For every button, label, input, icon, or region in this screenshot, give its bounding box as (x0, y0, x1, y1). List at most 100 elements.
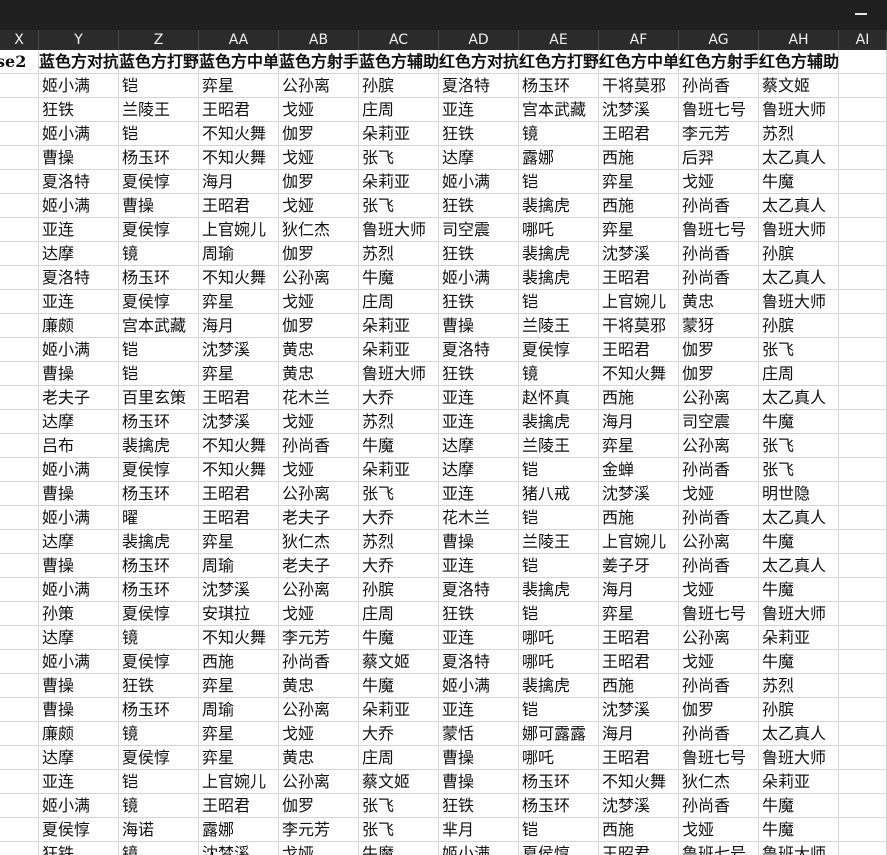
table-cell[interactable]: 戈娅 (279, 722, 359, 746)
table-cell[interactable]: 沈梦溪 (199, 338, 279, 362)
table-cell[interactable]: 牛魔 (359, 626, 439, 650)
table-cell[interactable]: 鲁班七号 (679, 746, 759, 770)
column-header-ad[interactable]: AD (439, 30, 519, 50)
table-cell[interactable]: 亚连 (439, 554, 519, 578)
table-cell[interactable] (839, 410, 887, 434)
table-cell[interactable]: 镜 (519, 362, 599, 386)
table-cell[interactable]: 孙尚香 (279, 434, 359, 458)
table-cell[interactable]: 王昭君 (199, 482, 279, 506)
table-cell[interactable]: 不知火舞 (199, 458, 279, 482)
table-cell[interactable] (839, 722, 887, 746)
table-cell[interactable]: 太乙真人 (759, 722, 839, 746)
table-cell[interactable]: 庄周 (359, 746, 439, 770)
table-cell[interactable]: 苏烈 (359, 242, 439, 266)
table-cell[interactable]: 弈星 (599, 218, 679, 242)
table-cell[interactable]: 牛魔 (359, 434, 439, 458)
table-cell[interactable] (0, 674, 39, 698)
table-cell[interactable]: 李元芳 (279, 818, 359, 842)
table-cell[interactable]: 黄忠 (279, 362, 359, 386)
table-cell[interactable]: 公孙离 (279, 482, 359, 506)
table-cell[interactable]: 狂铁 (39, 98, 119, 122)
table-cell[interactable]: 朵莉亚 (359, 170, 439, 194)
table-cell[interactable]: 裴擒虎 (519, 266, 599, 290)
table-cell[interactable]: 周瑜 (199, 698, 279, 722)
table-cell[interactable]: 鲁班七号 (679, 218, 759, 242)
table-cell[interactable]: 庄周 (359, 98, 439, 122)
table-cell[interactable]: 裴擒虎 (519, 194, 599, 218)
table-cell[interactable] (839, 386, 887, 410)
table-cell[interactable]: 蒙犽 (679, 314, 759, 338)
table-cell[interactable]: 王昭君 (199, 194, 279, 218)
column-header-af[interactable]: AF (599, 30, 679, 50)
table-cell[interactable]: 裴擒虎 (519, 242, 599, 266)
table-cell[interactable] (839, 98, 887, 122)
table-cell[interactable]: 达摩 (439, 458, 519, 482)
table-cell[interactable]: 明世隐 (759, 482, 839, 506)
table-cell[interactable]: 司空震 (439, 218, 519, 242)
table-cell[interactable]: 狂铁 (439, 290, 519, 314)
table-cell[interactable]: 达摩 (39, 530, 119, 554)
table-cell[interactable]: 夏侯惇 (119, 290, 199, 314)
table-cell[interactable]: 孙膑 (759, 698, 839, 722)
table-cell[interactable] (0, 218, 39, 242)
table-cell[interactable]: 达摩 (39, 410, 119, 434)
table-cell[interactable]: 庄周 (759, 362, 839, 386)
table-cell[interactable] (0, 194, 39, 218)
table-cell[interactable] (0, 626, 39, 650)
table-cell[interactable]: 狂铁 (439, 794, 519, 818)
table-cell[interactable]: 王昭君 (199, 98, 279, 122)
table-cell[interactable]: 镜 (119, 626, 199, 650)
table-cell[interactable]: 夏洛特 (439, 338, 519, 362)
table-cell[interactable]: 裴擒虎 (519, 674, 599, 698)
table-cell[interactable]: 苏烈 (759, 122, 839, 146)
table-cell[interactable]: 芈月 (439, 818, 519, 842)
table-cell[interactable]: 狂铁 (439, 242, 519, 266)
table-cell[interactable]: 姬小满 (39, 74, 119, 98)
table-cell[interactable] (0, 362, 39, 386)
table-cell[interactable]: 戈娅 (679, 482, 759, 506)
table-cell[interactable]: 王昭君 (599, 626, 679, 650)
table-cell[interactable]: 沈梦溪 (599, 482, 679, 506)
table-cell[interactable]: 铠 (519, 170, 599, 194)
table-cell[interactable] (839, 434, 887, 458)
table-cell[interactable]: 鲁班大师 (759, 602, 839, 626)
table-cell[interactable]: 沈梦溪 (599, 794, 679, 818)
table-cell[interactable]: 曹操 (39, 674, 119, 698)
column-header-ag[interactable]: AG (679, 30, 759, 50)
table-cell[interactable]: 吕布 (39, 434, 119, 458)
table-cell[interactable]: 西施 (599, 674, 679, 698)
table-cell[interactable]: 兰陵王 (519, 530, 599, 554)
table-cell[interactable]: 鲁班大师 (759, 218, 839, 242)
column-header-ac[interactable]: AC (359, 30, 439, 50)
table-cell[interactable]: 赵怀真 (519, 386, 599, 410)
table-cell[interactable]: 狂铁 (439, 362, 519, 386)
table-cell[interactable]: 孙尚香 (679, 554, 759, 578)
table-cell[interactable]: 廉颇 (39, 722, 119, 746)
table-cell[interactable]: 孙策 (39, 602, 119, 626)
table-cell[interactable]: 海月 (199, 170, 279, 194)
table-cell[interactable]: 张飞 (359, 146, 439, 170)
table-cell[interactable]: 亚连 (39, 770, 119, 794)
table-cell[interactable]: 狄仁杰 (279, 530, 359, 554)
table-cell[interactable]: 亚连 (439, 626, 519, 650)
table-cell[interactable]: 夏侯惇 (519, 842, 599, 855)
table-cell[interactable]: 蒙恬 (439, 722, 519, 746)
table-cell[interactable]: 兰陵王 (119, 98, 199, 122)
table-cell[interactable]: 戈娅 (279, 410, 359, 434)
table-cell[interactable]: 镜 (119, 794, 199, 818)
table-cell[interactable]: 王昭君 (599, 746, 679, 770)
table-cell[interactable]: 夏侯惇 (119, 170, 199, 194)
table-cell[interactable] (0, 482, 39, 506)
table-cell[interactable]: 姬小满 (39, 194, 119, 218)
table-cell[interactable]: 张飞 (359, 194, 439, 218)
table-cell[interactable]: 黄忠 (279, 338, 359, 362)
table-cell[interactable]: 亚连 (439, 698, 519, 722)
table-cell[interactable]: 牛魔 (759, 410, 839, 434)
table-cell[interactable]: 亚连 (39, 290, 119, 314)
table-cell[interactable]: 安琪拉 (199, 602, 279, 626)
table-cell[interactable]: 公孙离 (679, 626, 759, 650)
table-cell[interactable]: 苏烈 (759, 674, 839, 698)
table-cell[interactable] (0, 698, 39, 722)
table-cell[interactable]: 公孙离 (279, 74, 359, 98)
table-cell[interactable]: 花木兰 (279, 386, 359, 410)
